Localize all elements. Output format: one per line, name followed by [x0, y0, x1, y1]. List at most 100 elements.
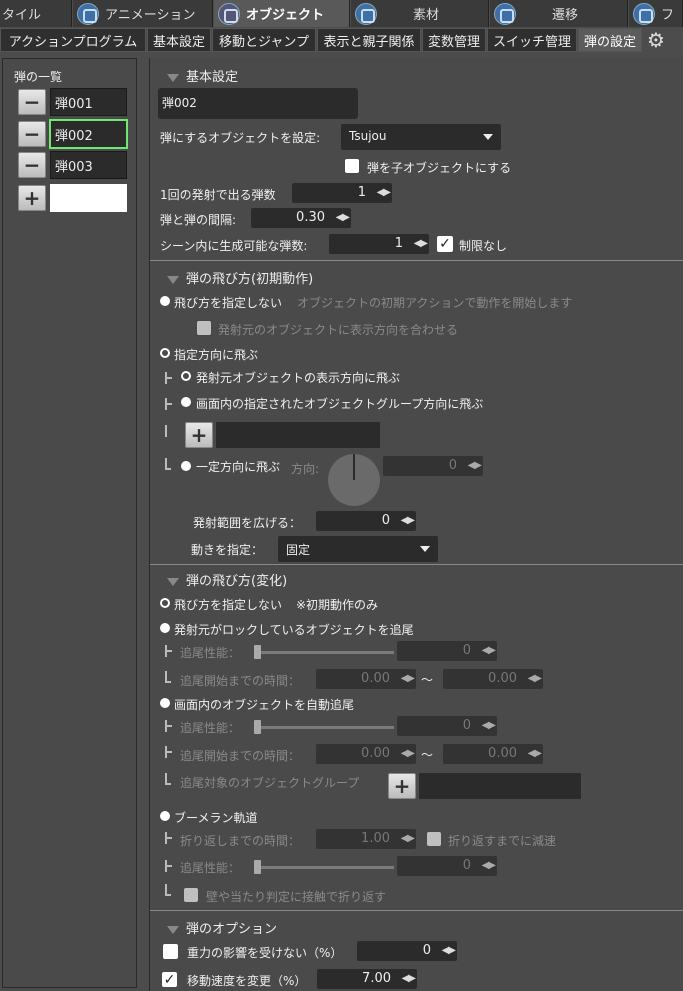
tracking-perf-slider[interactable]: [254, 866, 394, 869]
remove-bullet-button[interactable]: −: [18, 152, 46, 178]
radio-auto-track[interactable]: [160, 698, 170, 708]
direction-dial[interactable]: [328, 454, 380, 506]
tracking-perf-stepper[interactable]: 0 ◀▶: [397, 716, 497, 736]
collapse-triangle-icon: [167, 73, 179, 82]
bullet-item[interactable]: 弾003: [50, 151, 127, 179]
add-bullet-button[interactable]: +: [18, 185, 46, 211]
stepper-arrows-icon[interactable]: ◀▶: [471, 644, 496, 658]
material-icon: [355, 2, 377, 25]
slider-knob[interactable]: [254, 645, 261, 659]
per-shot-value: 1: [357, 185, 366, 200]
section-initial-motion[interactable]: 弾の飛び方(初期動作): [167, 268, 313, 287]
stepper-arrows-icon[interactable]: ◀▶: [517, 747, 542, 761]
add-target-group-button[interactable]: +: [388, 773, 416, 799]
bullet-item-selected[interactable]: 弾002: [49, 119, 128, 149]
spread-stepper[interactable]: 0 ◀▶: [316, 511, 416, 531]
motion-dropdown[interactable]: 固定: [278, 536, 438, 562]
subtab-switches[interactable]: スイッチ管理: [487, 28, 577, 52]
add-group-button[interactable]: +: [185, 422, 213, 448]
track-locked-label: 発射元がロックしているオブジェクトを追尾: [174, 623, 414, 637]
tracking-perf-slider[interactable]: [254, 651, 394, 654]
stepper-arrows-icon[interactable]: ◀▶: [471, 719, 496, 733]
remove-bullet-button[interactable]: −: [18, 89, 46, 115]
subtab-move-jump[interactable]: 移動とジャンプ: [212, 28, 316, 52]
motion-dropdown-value: 固定: [286, 543, 311, 557]
bullet-list-title: 弾の一覧: [14, 70, 63, 84]
bounce-checkbox[interactable]: [184, 888, 198, 902]
tab-tile[interactable]: タイル: [0, 0, 72, 27]
radio-specified-direction[interactable]: [160, 348, 170, 358]
tracking-start-min[interactable]: 0.00 ◀▶: [316, 744, 416, 764]
gravity-checkbox[interactable]: [163, 944, 178, 959]
tab-object[interactable]: オブジェクト: [214, 0, 350, 27]
subtab-label: 表示と親子関係: [323, 34, 415, 50]
subtab-label: 弾の設定: [583, 34, 636, 50]
section-basic-title: 基本設定: [186, 70, 239, 85]
match-direction-label: 発射元のオブジェクトに表示方向を合わせる: [218, 323, 459, 337]
tracking-perf-stepper[interactable]: 0 ◀▶: [397, 641, 497, 661]
tab-more-label: フ: [661, 8, 675, 23]
unlimited-checkbox[interactable]: ✓: [437, 236, 453, 252]
stepper-arrows-icon[interactable]: ◀▶: [390, 832, 415, 846]
object-dropdown[interactable]: Tsujou: [341, 124, 501, 150]
range-tilde: 〜: [421, 748, 434, 762]
stepper-arrows-icon[interactable]: ◀▶: [517, 672, 542, 686]
direction-stepper[interactable]: 0 ◀▶: [383, 456, 483, 476]
radio-change-none[interactable]: [160, 598, 170, 608]
radio-group-direction[interactable]: [181, 397, 191, 407]
tab-material[interactable]: 素材: [351, 0, 489, 27]
bullet-item[interactable]: 弾001: [50, 88, 127, 116]
radio-track-locked[interactable]: [160, 623, 170, 633]
tracking-start-max[interactable]: 0.00 ◀▶: [443, 669, 543, 689]
remove-bullet-button[interactable]: −: [18, 121, 46, 147]
target-group-field[interactable]: [419, 773, 581, 799]
slider-knob[interactable]: [254, 860, 261, 874]
new-bullet-name-field[interactable]: [50, 184, 127, 212]
tracking-perf-slider[interactable]: [254, 726, 394, 729]
interval-stepper[interactable]: 0.30 ◀▶: [251, 208, 351, 228]
bullet-name-input[interactable]: 弾002: [158, 88, 358, 119]
stepper-arrows-icon[interactable]: ◀▶: [391, 972, 416, 986]
collapse-triangle-icon: [167, 275, 179, 284]
divider: [150, 564, 683, 565]
subtab-basic[interactable]: 基本設定: [147, 28, 211, 52]
gear-icon[interactable]: ⚙: [645, 29, 667, 51]
group-field[interactable]: [216, 422, 380, 448]
radio-no-direction[interactable]: [160, 296, 170, 306]
max-bullets-stepper[interactable]: 1 ◀▶: [329, 234, 429, 254]
match-direction-checkbox[interactable]: [197, 321, 211, 335]
stepper-arrows-icon[interactable]: ◀▶: [457, 459, 482, 473]
tracking-start-min[interactable]: 0.00 ◀▶: [316, 669, 416, 689]
subtab-display-parent[interactable]: 表示と親子関係: [317, 28, 421, 52]
stepper-arrows-icon[interactable]: ◀▶: [325, 211, 350, 225]
tracking-perf-stepper[interactable]: 0 ◀▶: [397, 856, 497, 876]
radio-shooter-direction[interactable]: [181, 371, 191, 381]
stepper-arrows-icon[interactable]: ◀▶: [366, 186, 391, 200]
stepper-arrows-icon[interactable]: ◀▶: [390, 747, 415, 761]
tab-more[interactable]: フ: [629, 0, 683, 27]
stepper-arrows-icon[interactable]: ◀▶: [471, 859, 496, 873]
speed-checkbox[interactable]: ✓: [162, 972, 177, 988]
gravity-stepper[interactable]: 0 ◀▶: [357, 941, 457, 961]
stepper-arrows-icon[interactable]: ◀▶: [431, 944, 456, 958]
subtab-bullet-settings[interactable]: 弾の設定: [578, 28, 642, 52]
subtab-action-program[interactable]: アクションプログラム: [0, 28, 146, 52]
per-shot-stepper[interactable]: 1 ◀▶: [292, 183, 392, 203]
stepper-arrows-icon[interactable]: ◀▶: [390, 514, 415, 528]
stepper-arrows-icon[interactable]: ◀▶: [390, 672, 415, 686]
tab-animation[interactable]: アニメーション: [73, 0, 213, 27]
slider-knob[interactable]: [254, 720, 261, 734]
tracking-start-max[interactable]: 0.00 ◀▶: [443, 744, 543, 764]
child-object-checkbox[interactable]: [345, 159, 359, 173]
section-options[interactable]: 弾のオプション: [167, 918, 277, 937]
section-basic[interactable]: 基本設定: [167, 66, 238, 85]
section-change-motion[interactable]: 弾の飛び方(変化): [167, 570, 287, 589]
return-time-stepper[interactable]: 1.00 ◀▶: [316, 829, 416, 849]
tab-transition[interactable]: 遷移: [490, 0, 628, 27]
radio-fixed-direction[interactable]: [181, 461, 191, 471]
decelerate-checkbox[interactable]: [427, 832, 441, 846]
speed-stepper[interactable]: 7.00 ◀▶: [317, 969, 417, 989]
stepper-arrows-icon[interactable]: ◀▶: [403, 237, 428, 251]
subtab-variables[interactable]: 変数管理: [422, 28, 486, 52]
radio-boomerang[interactable]: [160, 811, 170, 821]
